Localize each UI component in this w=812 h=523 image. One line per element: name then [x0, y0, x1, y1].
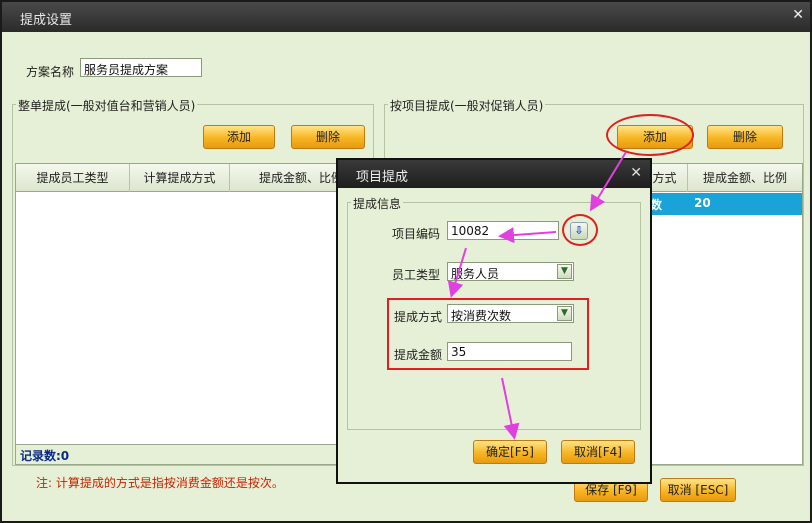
- close-icon[interactable]: ✕: [792, 7, 804, 23]
- whole-order-group-title: 整单提成(一般对值台和营销人员): [16, 97, 198, 114]
- window-title: 提成设置: [20, 13, 73, 28]
- item-commission-dialog: 项目提成 ✕ 提成信息 项目编码 10082 ⇩ 员工类型 服务人员 ▼ 提成方…: [336, 158, 652, 484]
- close-icon[interactable]: ✕: [630, 165, 642, 181]
- item-code-input[interactable]: 10082: [447, 221, 559, 240]
- dialog-titlebar: 项目提成 ✕: [338, 160, 650, 188]
- cancel-button[interactable]: 取消 [ESC]: [660, 478, 736, 502]
- highlight-oval-add: [606, 114, 694, 156]
- window-titlebar: 提成设置 ✕: [2, 2, 810, 32]
- record-count: 记录数:0: [20, 449, 70, 463]
- scheme-name-label: 方案名称: [26, 65, 75, 79]
- table-header: 提成员工类型 计算提成方式 提成金额、比例: [16, 164, 372, 192]
- note-text: 注: 计算提成的方式是指按消费金额还是按次。: [36, 476, 284, 490]
- column-header[interactable]: 计算提成方式: [130, 164, 230, 192]
- whole-order-table[interactable]: 提成员工类型 计算提成方式 提成金额、比例 记录数:0: [15, 163, 373, 465]
- column-header[interactable]: 提成员工类型: [16, 164, 130, 192]
- staff-type-value: 服务人员: [451, 267, 500, 281]
- item-code-label: 项目编码: [392, 227, 441, 241]
- highlight-oval-lookup: [562, 214, 598, 246]
- by-item-group-title: 按项目提成(一般对促销人员): [388, 97, 546, 114]
- chevron-down-icon[interactable]: ▼: [557, 264, 572, 279]
- dialog-cancel-button[interactable]: 取消[F4]: [561, 440, 635, 464]
- scheme-name-input[interactable]: 服务员提成方案: [80, 58, 202, 77]
- staff-type-select[interactable]: 服务人员 ▼: [447, 262, 574, 281]
- commission-info-title: 提成信息: [351, 195, 404, 212]
- whole-order-group: 整单提成(一般对值台和营销人员) 添加 删除 提成员工类型 计算提成方式 提成金…: [12, 97, 374, 466]
- staff-type-label: 员工类型: [392, 268, 441, 282]
- row-amount-cell: 20: [694, 196, 711, 210]
- left-delete-button[interactable]: 删除: [291, 125, 365, 149]
- left-add-button[interactable]: 添加: [203, 125, 275, 149]
- record-count-bar: 记录数:0: [16, 444, 372, 464]
- right-delete-button[interactable]: 删除: [707, 125, 783, 149]
- dialog-title: 项目提成: [356, 170, 409, 185]
- ok-button[interactable]: 确定[F5]: [473, 440, 547, 464]
- highlight-rect-method: [387, 298, 589, 370]
- column-header[interactable]: 提成金额、比例: [688, 164, 802, 192]
